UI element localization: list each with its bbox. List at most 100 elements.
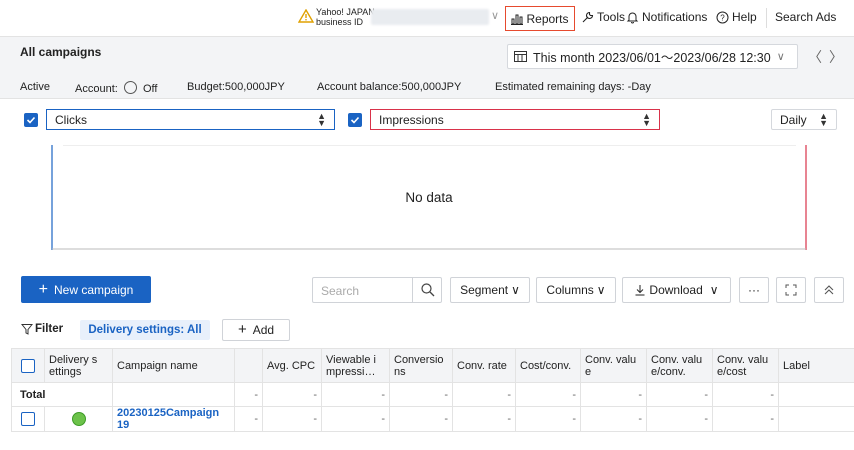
search-placeholder: Search xyxy=(321,284,360,298)
help-label: Help xyxy=(732,10,757,24)
plus-icon: + xyxy=(38,280,48,298)
fullscreen-button[interactable] xyxy=(776,277,806,303)
account-toggle-radio[interactable] xyxy=(123,81,137,94)
table-cell: - xyxy=(262,382,322,407)
business-id-selector[interactable] xyxy=(371,9,489,25)
reports-label: Reports xyxy=(526,11,569,26)
column-header[interactable]: Conv. valu e/conv. xyxy=(646,348,713,383)
account-balance: Account balance:500,000JPY xyxy=(317,81,462,93)
bell-icon xyxy=(626,12,639,23)
segment-button[interactable]: Segment ∨ xyxy=(450,277,530,303)
remaining-days: Estimated remaining days: -Day xyxy=(495,81,651,93)
chevron-down-icon: ∨ xyxy=(709,283,719,297)
delivery-settings-filter-chip[interactable]: Delivery settings: All xyxy=(80,320,210,340)
search-ads-label: Search Ads xyxy=(775,10,837,24)
table-row: 20230125Campaign 19 - - - - - - - - - xyxy=(11,406,854,432)
download-label: Download xyxy=(649,283,703,297)
metric1-label: Clicks xyxy=(55,112,87,127)
column-header[interactable]: Campaign name xyxy=(112,348,235,383)
campaign-name-link[interactable]: 20230125Campaign 19 xyxy=(117,408,230,431)
wrench-icon xyxy=(582,11,594,22)
row-checkbox[interactable] xyxy=(21,412,35,426)
table-cell: - xyxy=(389,406,453,432)
add-filter-button[interactable]: + Add xyxy=(222,319,290,341)
more-options-button[interactable]: ··· xyxy=(739,277,769,303)
download-button[interactable]: Download ∨ xyxy=(622,277,731,303)
expand-icon xyxy=(785,284,797,296)
table-cell: - xyxy=(262,406,322,432)
account-label: Account: xyxy=(75,83,118,95)
metric1-select[interactable]: Clicks ▲ ▼ xyxy=(46,109,335,130)
table-cell: - xyxy=(234,382,263,407)
more-icon: ··· xyxy=(748,283,760,297)
column-header[interactable]: Delivery s ettings xyxy=(44,348,113,383)
table-cell xyxy=(778,382,854,407)
no-data-message: No data xyxy=(405,190,453,205)
table-cell: - xyxy=(646,382,713,407)
chevron-down-icon: ∨ xyxy=(596,283,606,297)
campaign-table: Delivery s ettings Campaign name Avg. CP… xyxy=(11,348,854,432)
table-cell: - xyxy=(515,382,581,407)
svg-text:?: ? xyxy=(720,13,725,22)
table-cell: - xyxy=(389,382,453,407)
column-header[interactable]: Avg. CPC xyxy=(262,348,322,383)
next-period-button[interactable]: 〉 xyxy=(829,47,843,67)
filter-button[interactable]: Filter xyxy=(21,323,63,335)
status-active: Active xyxy=(20,81,50,93)
date-range-label: This month 2023/06/01〜2023/06/28 12:30 xyxy=(533,51,771,65)
bar-chart-icon xyxy=(511,14,524,25)
help-circle-icon: ? xyxy=(716,11,729,23)
table-cell: - xyxy=(580,382,647,407)
date-range-selector[interactable]: This month 2023/06/01〜2023/06/28 12:30 ∨ xyxy=(507,44,798,69)
business-id-label: Yahoo! JAPAN business ID xyxy=(316,7,375,27)
plus-icon: + xyxy=(237,321,247,338)
delivery-status-cell xyxy=(44,406,113,432)
warning-icon xyxy=(298,9,314,23)
total-label: Total xyxy=(11,382,113,407)
interval-select[interactable]: Daily ▲ ▼ xyxy=(771,109,837,130)
tools-button[interactable]: Tools xyxy=(581,10,625,24)
table-cell xyxy=(112,382,235,407)
table-cell: - xyxy=(712,406,779,432)
notifications-label: Notifications xyxy=(642,10,708,24)
column-header[interactable]: Viewable i mpressi… xyxy=(321,348,390,383)
search-icon[interactable] xyxy=(421,283,435,297)
metric2-select[interactable]: Impressions ▲ ▼ xyxy=(370,109,660,130)
updown-icon: ▲ ▼ xyxy=(317,110,326,128)
table-cell: - xyxy=(321,382,390,407)
column-header[interactable]: Conversio ns xyxy=(389,348,453,383)
collapse-chart-button[interactable] xyxy=(814,277,844,303)
metric1-checkbox[interactable] xyxy=(24,113,38,127)
table-cell: - xyxy=(712,382,779,407)
column-header[interactable]: Cost/conv. xyxy=(515,348,581,383)
column-header[interactable]: Conv. valu e/cost xyxy=(712,348,779,383)
reports-button[interactable]: Reports xyxy=(505,6,575,31)
calendar-icon xyxy=(514,51,527,62)
updown-icon: ▲ ▼ xyxy=(642,110,651,128)
column-header[interactable]: Label xyxy=(778,348,854,383)
account-status: Account: Off xyxy=(75,81,157,95)
search-ads-button[interactable]: Search Ads xyxy=(775,10,836,24)
notifications-button[interactable]: Notifications xyxy=(626,10,707,24)
interval-label: Daily xyxy=(780,112,807,127)
account-toggle-label: Off xyxy=(142,83,158,95)
column-header[interactable]: Conv. rate xyxy=(452,348,516,383)
columns-button[interactable]: Columns ∨ xyxy=(536,277,616,303)
table-cell xyxy=(778,406,854,432)
new-campaign-button[interactable]: + New campaign xyxy=(21,276,151,303)
table-cell: - xyxy=(515,406,581,432)
page-title: All campaigns xyxy=(20,45,102,59)
metric2-checkbox[interactable] xyxy=(348,113,362,127)
add-filter-label: Add xyxy=(252,323,275,337)
metric2-label: Impressions xyxy=(379,112,444,127)
chevron-down-icon: ∨ xyxy=(776,51,785,63)
column-header[interactable] xyxy=(234,348,263,383)
chevron-down-icon[interactable]: ∨ xyxy=(491,9,499,22)
help-button[interactable]: ? Help xyxy=(716,10,757,24)
column-header[interactable]: Conv. valu e xyxy=(580,348,647,383)
nav-divider xyxy=(766,8,767,28)
select-all-checkbox[interactable] xyxy=(21,358,35,373)
download-icon xyxy=(635,285,645,296)
prev-period-button[interactable]: 〈 xyxy=(808,47,822,67)
table-cell: - xyxy=(452,382,516,407)
